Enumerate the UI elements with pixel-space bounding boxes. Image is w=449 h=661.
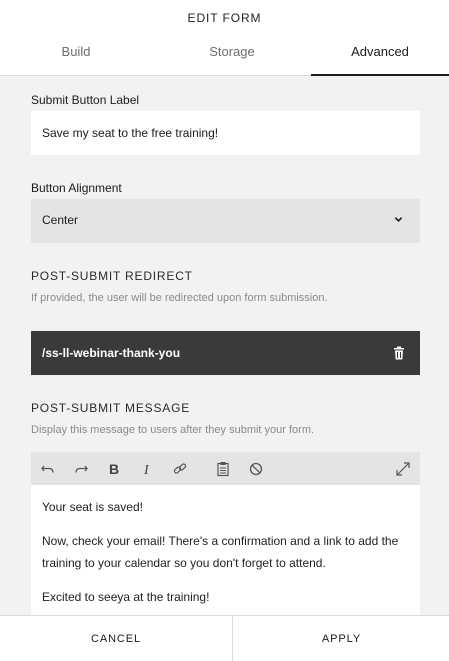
- message-section-title: POST-SUBMIT MESSAGE: [31, 401, 191, 415]
- button-alignment-value: Center: [42, 213, 79, 227]
- message-description: Display this message to users after they…: [31, 424, 315, 436]
- tab-build[interactable]: Build: [0, 44, 152, 76]
- redirect-page-field[interactable]: /ss-ll-webinar-thank-you: [31, 331, 420, 375]
- apply-button[interactable]: APPLY: [234, 616, 449, 661]
- submit-button-label-heading: Submit Button Label: [31, 93, 140, 107]
- cancel-button[interactable]: CANCEL: [0, 616, 233, 661]
- paste-icon[interactable]: [214, 460, 232, 478]
- submit-button-label-input[interactable]: [31, 111, 420, 155]
- chevron-down-icon: [394, 217, 403, 222]
- expand-icon[interactable]: [394, 460, 412, 478]
- bold-icon[interactable]: B: [105, 460, 123, 478]
- panel-footer: CANCEL APPLY: [0, 615, 449, 661]
- redirect-page-value: /ss-ll-webinar-thank-you: [42, 346, 181, 360]
- panel-header: EDIT FORM Build Storage Advanced: [0, 0, 449, 76]
- tab-advanced[interactable]: Advanced: [311, 44, 449, 76]
- button-alignment-select[interactable]: Center: [31, 199, 420, 243]
- redo-icon[interactable]: [72, 460, 90, 478]
- clear-format-icon[interactable]: [247, 460, 265, 478]
- svg-text:I: I: [143, 463, 150, 478]
- panel-title: EDIT FORM: [187, 11, 262, 25]
- italic-icon[interactable]: I: [138, 460, 156, 478]
- redirect-description: If provided, the user will be redirected…: [31, 292, 328, 304]
- message-editor[interactable]: Your seat is saved! Now, check your emai…: [31, 485, 420, 616]
- redirect-section-title: POST-SUBMIT REDIRECT: [31, 269, 193, 283]
- trash-icon[interactable]: [393, 346, 405, 360]
- link-icon[interactable]: [171, 460, 189, 478]
- svg-text:B: B: [109, 461, 119, 477]
- tab-storage[interactable]: Storage: [156, 44, 308, 76]
- active-tab-indicator: [311, 74, 449, 76]
- message-paragraph: Excited to seeya at the training!: [42, 590, 210, 604]
- rich-text-toolbar: B I: [31, 452, 420, 485]
- message-paragraph: Now, check your email! There's a confirm…: [42, 534, 399, 570]
- button-alignment-heading: Button Alignment: [31, 181, 122, 195]
- message-paragraph: Your seat is saved!: [42, 500, 143, 514]
- undo-icon[interactable]: [39, 460, 57, 478]
